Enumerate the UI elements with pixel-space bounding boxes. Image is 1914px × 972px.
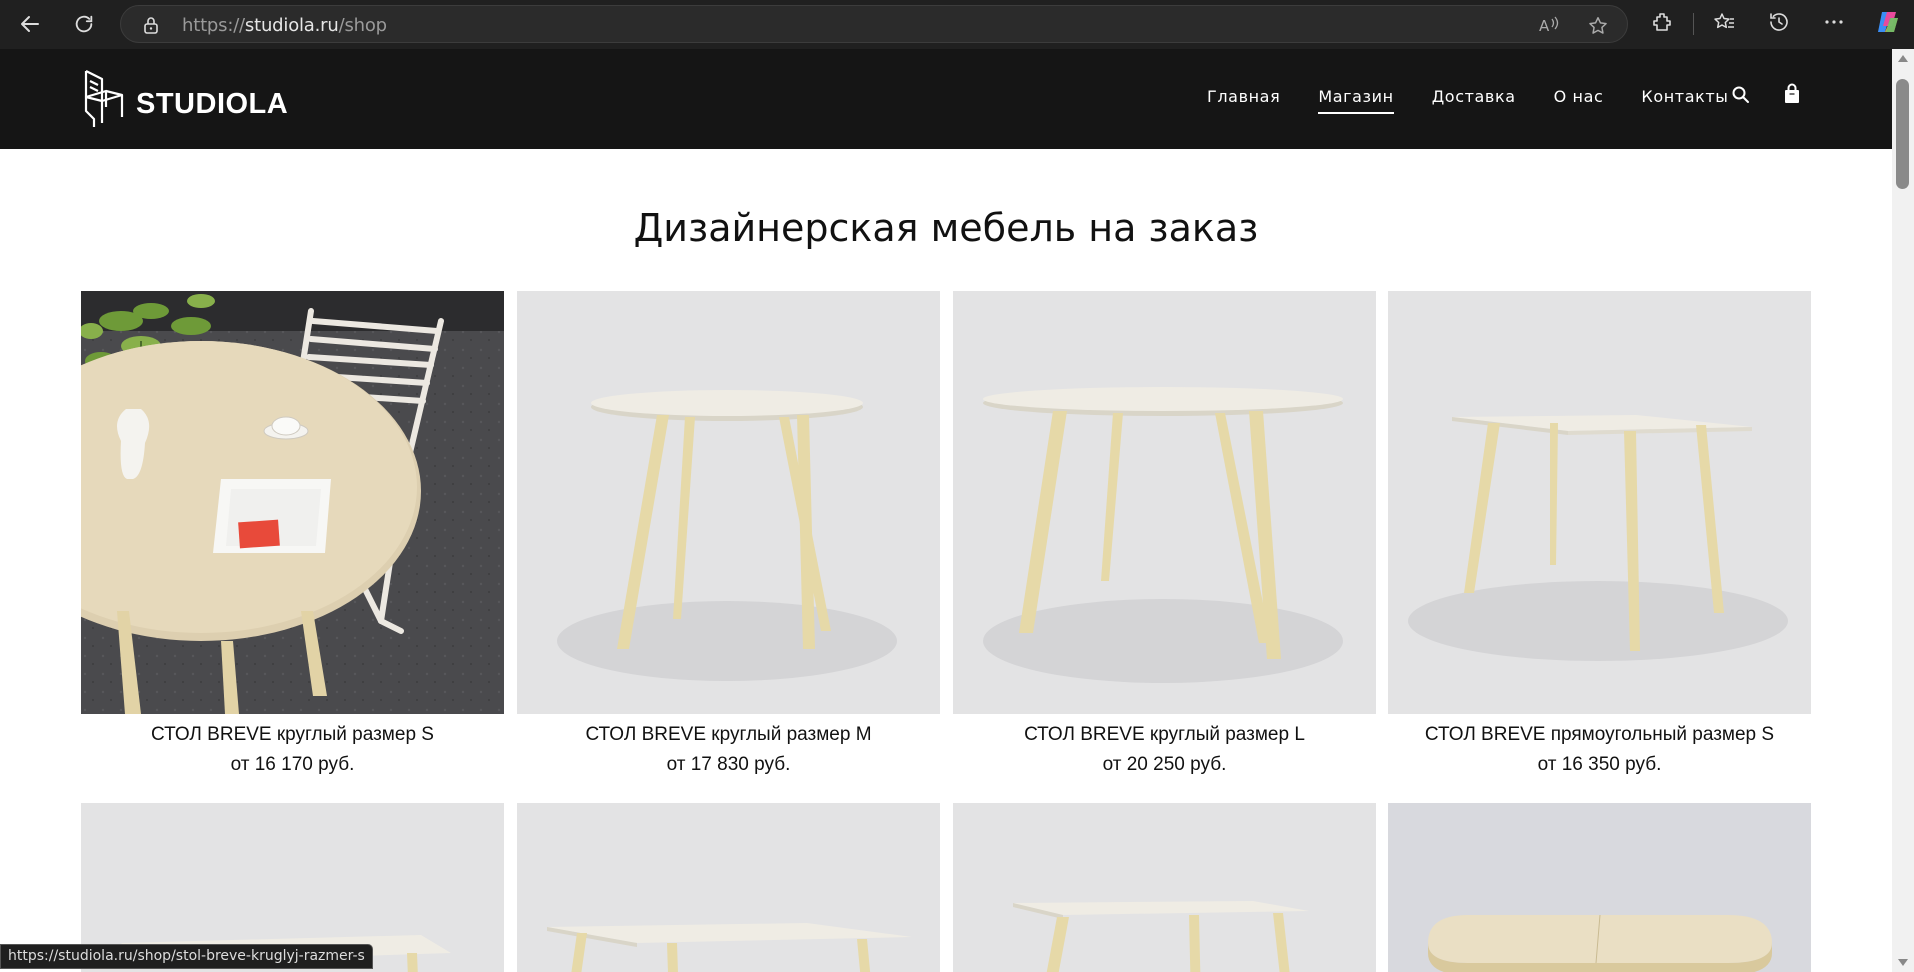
site-logo[interactable]: STUDIOLA bbox=[82, 67, 288, 127]
extensions-icon[interactable] bbox=[1651, 10, 1675, 34]
product-photo-extendable-table bbox=[1388, 803, 1811, 972]
scroll-thumb[interactable] bbox=[1896, 79, 1909, 189]
product-photo-table-with-chair bbox=[81, 291, 504, 714]
page-title: Дизайнерская мебель на заказ bbox=[633, 206, 1259, 250]
address-bar[interactable]: https://studiola.ru/shop A bbox=[120, 5, 1628, 43]
product-card-row2-3[interactable] bbox=[953, 803, 1376, 972]
product-photo-round-table-m bbox=[517, 291, 940, 714]
product-image[interactable] bbox=[953, 803, 1376, 972]
site-header: STUDIOLA Главная Магазин Доставка О нас … bbox=[0, 49, 1892, 149]
nav-item-delivery[interactable]: Доставка bbox=[1432, 87, 1516, 106]
favorites-icon[interactable] bbox=[1712, 10, 1736, 34]
product-image[interactable] bbox=[1388, 803, 1811, 972]
product-photo-table bbox=[953, 803, 1376, 972]
product-card-row2-4[interactable] bbox=[1388, 803, 1811, 972]
favorite-star-icon[interactable] bbox=[1587, 15, 1609, 37]
product-price: от 16 170 руб. bbox=[230, 754, 355, 775]
logo-text: STUDIOLA bbox=[136, 87, 289, 120]
product-card-breve-rect-s[interactable]: СТОЛ BREVE прямоугольный размер S от 16 … bbox=[1388, 291, 1811, 776]
product-card-breve-round-s[interactable]: СТОЛ BREVE круглый размер S от 16 170 ру… bbox=[81, 291, 504, 776]
product-photo-rect-table-s bbox=[1388, 291, 1811, 714]
product-image[interactable] bbox=[81, 291, 504, 714]
product-image[interactable] bbox=[953, 291, 1376, 714]
more-options-icon[interactable] bbox=[1822, 10, 1846, 34]
search-icon[interactable] bbox=[1731, 85, 1751, 105]
url-text: https://studiola.ru/shop bbox=[182, 15, 387, 36]
product-card-row2-2[interactable] bbox=[517, 803, 940, 972]
page-scrollbar[interactable] bbox=[1892, 49, 1914, 972]
cart-bag-icon[interactable] bbox=[1782, 83, 1802, 105]
page-viewport: STUDIOLA Главная Магазин Доставка О нас … bbox=[0, 49, 1892, 972]
svg-text:A: A bbox=[1539, 17, 1550, 35]
lock-icon[interactable] bbox=[143, 16, 159, 34]
product-card-breve-round-l[interactable]: СТОЛ BREVE круглый размер L от 20 250 ру… bbox=[953, 291, 1376, 776]
product-price: от 16 350 руб. bbox=[1537, 754, 1662, 775]
browser-toolbar: https://studiola.ru/shop A bbox=[0, 0, 1914, 49]
nav-item-contacts[interactable]: Контакты bbox=[1641, 87, 1728, 106]
product-photo-table bbox=[517, 803, 940, 972]
product-image[interactable] bbox=[517, 803, 940, 972]
read-aloud-icon[interactable]: A bbox=[1538, 15, 1560, 35]
product-name[interactable]: СТОЛ BREVE круглый размер L bbox=[953, 724, 1376, 746]
product-photo-round-table-l bbox=[953, 291, 1376, 714]
reload-icon bbox=[75, 15, 93, 33]
nav-item-about[interactable]: О нас bbox=[1554, 87, 1604, 106]
nav-item-home[interactable]: Главная bbox=[1207, 87, 1280, 106]
product-image[interactable] bbox=[1388, 291, 1811, 714]
back-arrow-icon bbox=[21, 16, 39, 32]
product-image[interactable] bbox=[517, 291, 940, 714]
scroll-up-arrow-icon[interactable] bbox=[1898, 55, 1908, 62]
nav-item-shop[interactable]: Магазин bbox=[1318, 87, 1395, 114]
chair-logo-icon bbox=[84, 70, 124, 127]
back-button[interactable] bbox=[15, 9, 45, 39]
product-price: от 20 250 руб. bbox=[1102, 754, 1227, 775]
scroll-down-arrow-icon[interactable] bbox=[1898, 959, 1908, 966]
history-icon[interactable] bbox=[1767, 10, 1791, 34]
product-card-breve-round-m[interactable]: СТОЛ BREVE круглый размер M от 17 830 ру… bbox=[517, 291, 940, 776]
toolbar-divider bbox=[1693, 13, 1694, 35]
product-name[interactable]: СТОЛ BREVE прямоугольный размер S bbox=[1388, 724, 1811, 746]
product-name[interactable]: СТОЛ BREVE круглый размер M bbox=[517, 724, 940, 746]
main-menu: Главная Магазин Доставка О нас Контакты bbox=[1207, 87, 1767, 114]
reload-button[interactable] bbox=[69, 9, 99, 39]
product-name[interactable]: СТОЛ BREVE круглый размер S bbox=[81, 724, 504, 746]
status-bar-link-preview: https://studiola.ru/shop/stol-breve-krug… bbox=[0, 944, 373, 969]
copilot-icon[interactable] bbox=[1874, 8, 1902, 36]
product-price: от 17 830 руб. bbox=[666, 754, 791, 775]
